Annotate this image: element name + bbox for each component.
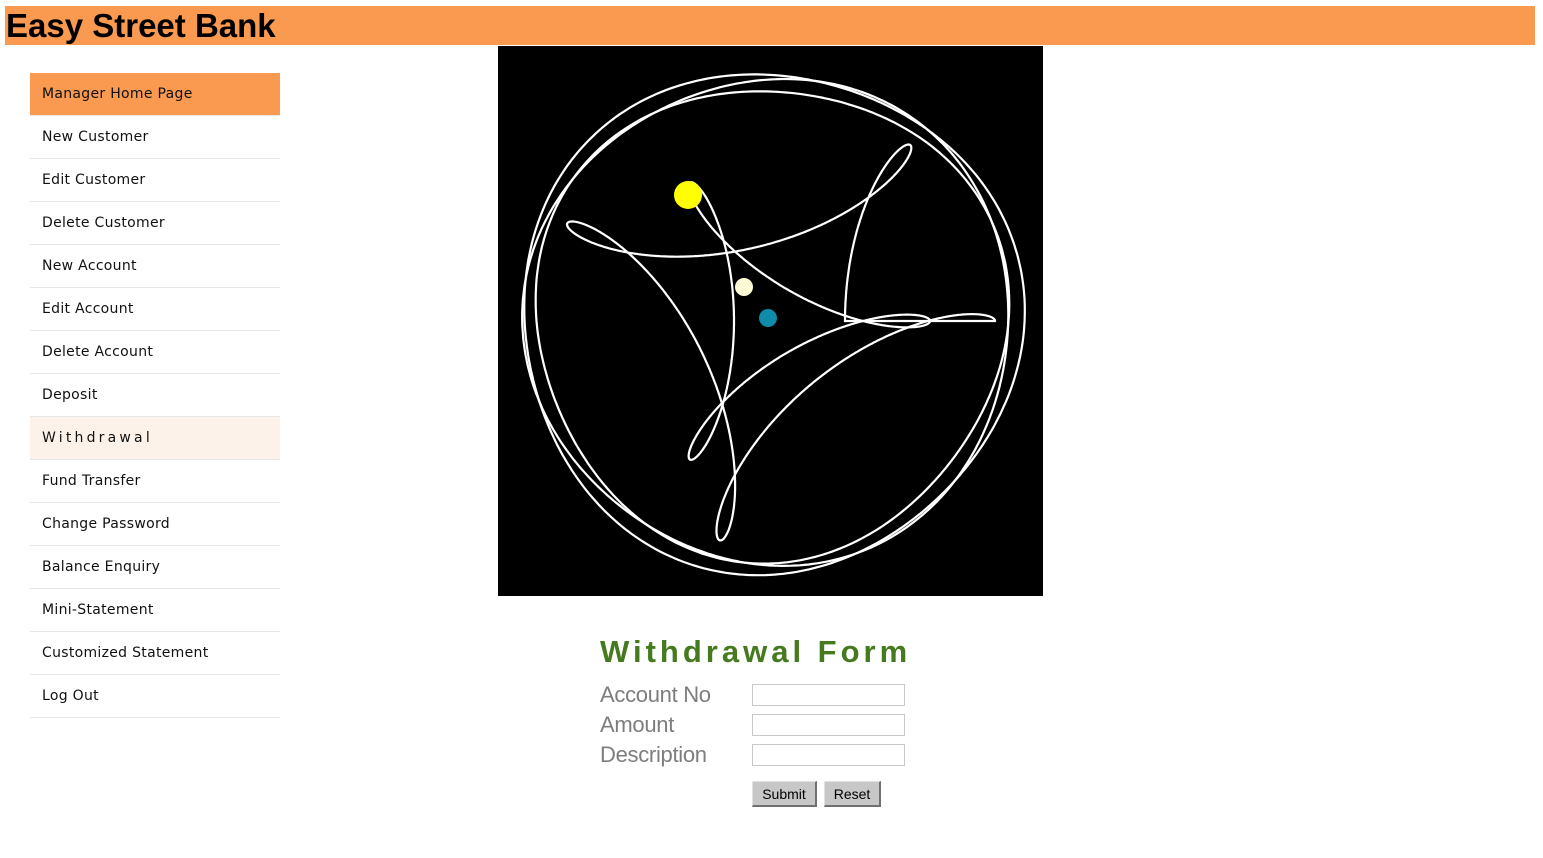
sidebar-item-label: Change Password xyxy=(42,516,170,532)
reset-button[interactable]: Reset xyxy=(824,781,881,807)
sidebar-item-label: Withdrawal xyxy=(42,430,153,446)
sidebar-item-edit-customer[interactable]: Edit Customer xyxy=(30,159,280,202)
sidebar-item-withdrawal[interactable]: Withdrawal xyxy=(30,417,280,460)
sidebar-item-new-customer[interactable]: New Customer xyxy=(30,116,280,159)
blue-planet xyxy=(759,309,777,327)
sidebar-item-label: Delete Customer xyxy=(42,215,165,231)
sidebar-item-label: New Customer xyxy=(42,129,149,145)
description-label: Description xyxy=(600,742,707,767)
sidebar-item-label: New Account xyxy=(42,258,137,274)
orbit-animation xyxy=(498,46,1043,596)
sidebar-item-delete-customer[interactable]: Delete Customer xyxy=(30,202,280,245)
sidebar-item-edit-account[interactable]: Edit Account xyxy=(30,288,280,331)
sidebar-item-label: Customized Statement xyxy=(42,645,209,661)
sidebar-item-fund-transfer[interactable]: Fund Transfer xyxy=(30,460,280,503)
sidebar-item-label: Fund Transfer xyxy=(42,473,141,489)
amount-label: Amount xyxy=(600,712,675,737)
orbit-canvas xyxy=(521,73,1026,577)
sidebar-item-mini-statement[interactable]: Mini-Statement xyxy=(30,589,280,632)
sidebar-item-deposit[interactable]: Deposit xyxy=(30,374,280,417)
sidebar-item-log-out[interactable]: Log Out xyxy=(30,675,280,718)
description-input[interactable] xyxy=(752,744,905,766)
account-no-label: Account No xyxy=(600,682,711,707)
sidebar-nav: Manager Home Page New Customer Edit Cust… xyxy=(30,73,280,718)
orbit-loops xyxy=(565,143,997,542)
sidebar-item-balance-enquiry[interactable]: Balance Enquiry xyxy=(30,546,280,589)
sidebar-item-label: Manager Home Page xyxy=(42,86,193,102)
sidebar-item-label: Edit Customer xyxy=(42,172,146,188)
sidebar-item-change-password[interactable]: Change Password xyxy=(30,503,280,546)
sidebar-item-label: Edit Account xyxy=(42,301,134,317)
sidebar-item-label: Balance Enquiry xyxy=(42,559,161,575)
sidebar-item-customized-statement[interactable]: Customized Statement xyxy=(30,632,280,675)
account-no-input[interactable] xyxy=(752,684,905,706)
site-header: Easy Street Bank xyxy=(5,6,1535,45)
sidebar-item-manager-home[interactable]: Manager Home Page xyxy=(30,73,280,116)
sidebar-item-label: Mini-Statement xyxy=(42,602,154,618)
site-title: Easy Street Bank xyxy=(6,7,276,44)
sidebar-item-label: Delete Account xyxy=(42,344,154,360)
pale-planet xyxy=(735,278,753,296)
yellow-planet xyxy=(674,181,702,209)
sidebar-item-label: Deposit xyxy=(42,387,98,403)
sidebar-item-label: Log Out xyxy=(42,688,99,704)
orbit-ring xyxy=(534,90,1011,565)
submit-button[interactable]: Submit xyxy=(752,781,817,807)
form-title: Withdrawal Form xyxy=(600,634,912,669)
sidebar-item-delete-account[interactable]: Delete Account xyxy=(30,331,280,374)
sidebar-item-new-account[interactable]: New Account xyxy=(30,245,280,288)
amount-input[interactable] xyxy=(752,714,905,736)
